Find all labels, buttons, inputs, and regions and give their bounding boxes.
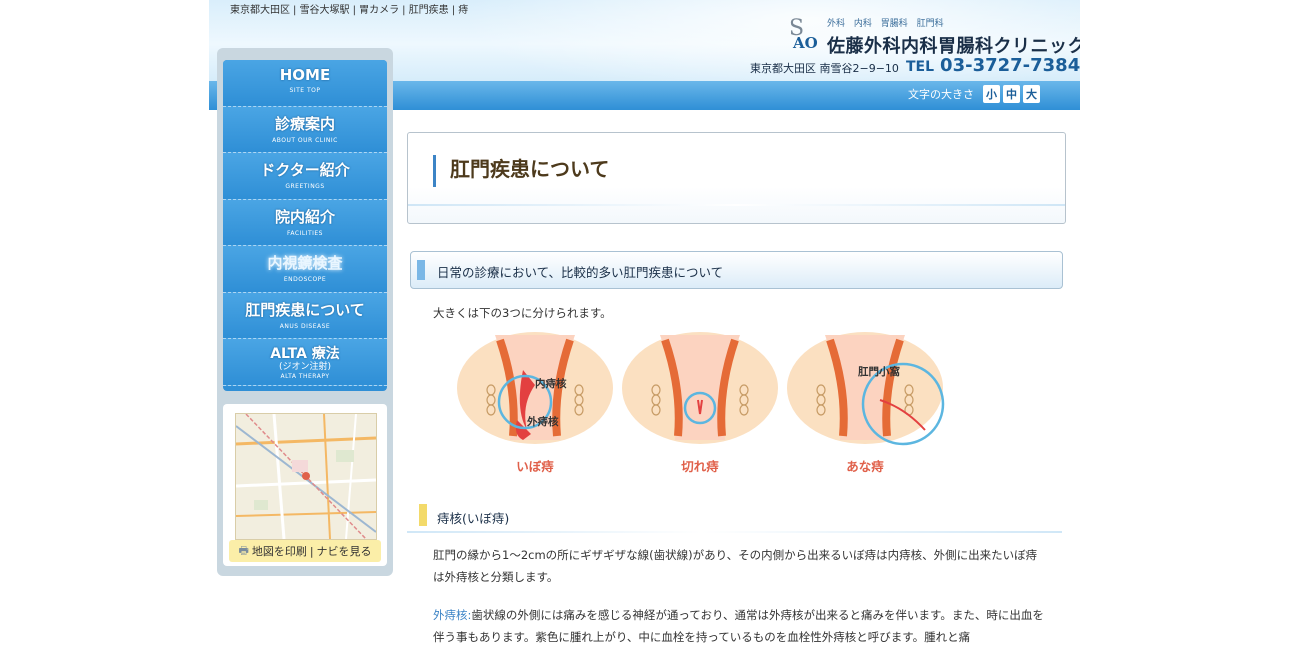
page-title: 肛門疾患について: [450, 157, 610, 181]
section-heading-text: 日常の診療において、比較的多い肛門疾患について: [437, 265, 724, 280]
title-underline: [408, 204, 1065, 206]
map-box: 🖶 地図を印刷 | ナビを見る: [223, 404, 387, 566]
font-size-large-button[interactable]: 大: [1023, 85, 1040, 103]
paragraph-text: 歯状線の外側には痛みを感じる神経が通っており、通常は外痔核が出来ると痛みを伴いま…: [433, 608, 1044, 644]
font-size-switcher: 文字の大きさ 小 中 大: [908, 85, 1040, 103]
nav-label: 肛門疾患について: [245, 300, 365, 319]
page: 東京都大田区 | 雪谷大塚駅 | 胃カメラ | 肛門疾患 | 痔 S AO 外科 内科 …: [209, 0, 1080, 644]
tel-label: TEL: [906, 59, 935, 75]
title-accent-bar: [433, 155, 436, 187]
clinic-address: 東京都大田区 南雪谷2−9−10: [750, 62, 899, 75]
map-thumbnail[interactable]: [235, 413, 377, 540]
fistula-illustration: [787, 332, 945, 446]
nav-sublabel: ANUS DISEASE: [279, 322, 331, 330]
diagram-label: いぼ痔: [516, 459, 554, 474]
nav-label: ALTA 療法: [270, 346, 340, 362]
navi-link[interactable]: ナビを見る: [317, 543, 372, 559]
clinic-phone: TEL 03-3727-7384: [906, 55, 1080, 76]
diagram-anal-fissure: 切れ痔: [620, 330, 785, 475]
breadcrumb-item[interactable]: 肛門疾患: [409, 5, 449, 16]
breadcrumb-item[interactable]: 痔: [458, 5, 468, 16]
logo-mark-ao: AO: [793, 34, 818, 52]
nav-item-endoscope[interactable]: 内視鏡検査 ENDOSCOPE: [223, 246, 387, 293]
nav-label: 院内紹介: [274, 207, 335, 226]
map-separator: |: [309, 544, 314, 558]
font-size-label: 文字の大きさ: [908, 88, 974, 101]
map-drawing: [236, 414, 376, 539]
logo-mark: S AO: [785, 16, 819, 54]
nav-sublabel: ENDOSCOPE: [283, 276, 327, 283]
diagram-hemorrhoid: 内痔核 外痔核 いぼ痔: [455, 330, 620, 475]
fissure-illustration: [622, 332, 778, 444]
section-accent-bar: [419, 504, 427, 526]
font-size-medium-button[interactable]: 中: [1003, 85, 1020, 103]
map-actions: 🖶 地図を印刷 | ナビを見る: [229, 540, 381, 562]
page-title-box: 肛門疾患について: [407, 132, 1066, 224]
paragraph-external-hemorrhoid: 外痔核:歯状線の外側には痛みを感じる神経が通っており、通常は外痔核が出来ると痛み…: [433, 604, 1045, 648]
section-heading-hemorrhoids: 痔核(いぼ痔): [407, 504, 1062, 534]
nav-label: ドクター紹介: [260, 161, 350, 179]
paragraph-hemorrhoid-classification: 肛門の縁から1〜2cmの所にギザギザな線(歯状線)があり、その内側から出来るいぼ…: [433, 548, 1038, 584]
annotation-anal-crypt: 肛門小窩: [858, 366, 900, 378]
sidebar: HOME SITE TOP 診療案内 ABOUT OUR CLINIC ドクター…: [217, 48, 393, 576]
nav-label: 診療案内: [274, 114, 335, 133]
nav-sublabel: SITE TOP: [289, 87, 321, 94]
breadcrumb-item[interactable]: 東京都大田区: [230, 5, 290, 16]
nav-item-alta-therapy[interactable]: ALTA 療法 (ジオン注射) ALTA THERAPY: [223, 339, 387, 386]
nav-item-facilities[interactable]: 院内紹介 FACILITIES: [223, 199, 387, 246]
font-size-small-button[interactable]: 小: [983, 85, 1000, 103]
print-map-link[interactable]: 地図を印刷: [252, 543, 307, 559]
section-accent-bar: [417, 260, 425, 280]
nav-sublabel: GREETINGS: [285, 183, 325, 190]
nav-item-about[interactable]: 診療案内 ABOUT OUR CLINIC: [223, 106, 387, 153]
nav-item-greetings[interactable]: ドクター紹介 GREETINGS: [223, 153, 387, 200]
breadcrumb: 東京都大田区 | 雪谷大塚駅 | 胃カメラ | 肛門疾患 | 痔: [230, 5, 469, 16]
diagram-anal-fistula: 肛門小窩 あな痔: [785, 330, 950, 475]
sidebar-nav: HOME SITE TOP 診療案内 ABOUT OUR CLINIC ドクター…: [223, 60, 387, 391]
nav-sublabel: FACILITIES: [286, 229, 323, 237]
nav-item-anus-disease[interactable]: 肛門疾患について ANUS DISEASE: [223, 292, 387, 339]
breadcrumb-item[interactable]: 雪谷大塚駅: [300, 5, 350, 16]
clinic-logo[interactable]: S AO 外科 内科 胃腸科 肛門科 佐藤外科内科胃腸科クリニック: [785, 14, 1080, 60]
diagram-label: あな痔: [846, 459, 884, 474]
intro-text: 大きくは下の3つに分けられます。: [433, 306, 612, 320]
nav-item-home[interactable]: HOME SITE TOP: [223, 60, 387, 107]
printer-icon: 🖶: [238, 543, 249, 557]
tel-number: 03-3727-7384: [940, 55, 1080, 76]
keyword-external-hemorrhoid: 外痔核:: [433, 608, 472, 622]
nav-note: (ジオン注射): [278, 362, 332, 372]
nav-label: 内視鏡検査: [267, 254, 343, 272]
annotation-external-hemorrhoid: 外痔核: [527, 416, 559, 428]
departments: 外科 内科 胃腸科 肛門科: [827, 19, 944, 29]
nav-label: HOME: [279, 66, 331, 84]
nav-sublabel: ABOUT OUR CLINIC: [272, 136, 338, 144]
diagram-label: 切れ痔: [681, 459, 719, 474]
annotation-internal-hemorrhoid: 内痔核: [535, 378, 567, 390]
section-heading-common-diseases: 日常の診療において、比較的多い肛門疾患について: [410, 251, 1063, 289]
section-heading-text: 痔核(いぼ痔): [437, 511, 510, 526]
section-underline: [407, 531, 1062, 533]
nav-sublabel: ALTA THERAPY: [280, 373, 330, 380]
breadcrumb-item[interactable]: 胃カメラ: [359, 5, 399, 16]
disease-diagrams: 内痔核 外痔核 いぼ痔 切れ痔 肛門小窩 あな痔: [455, 330, 950, 475]
